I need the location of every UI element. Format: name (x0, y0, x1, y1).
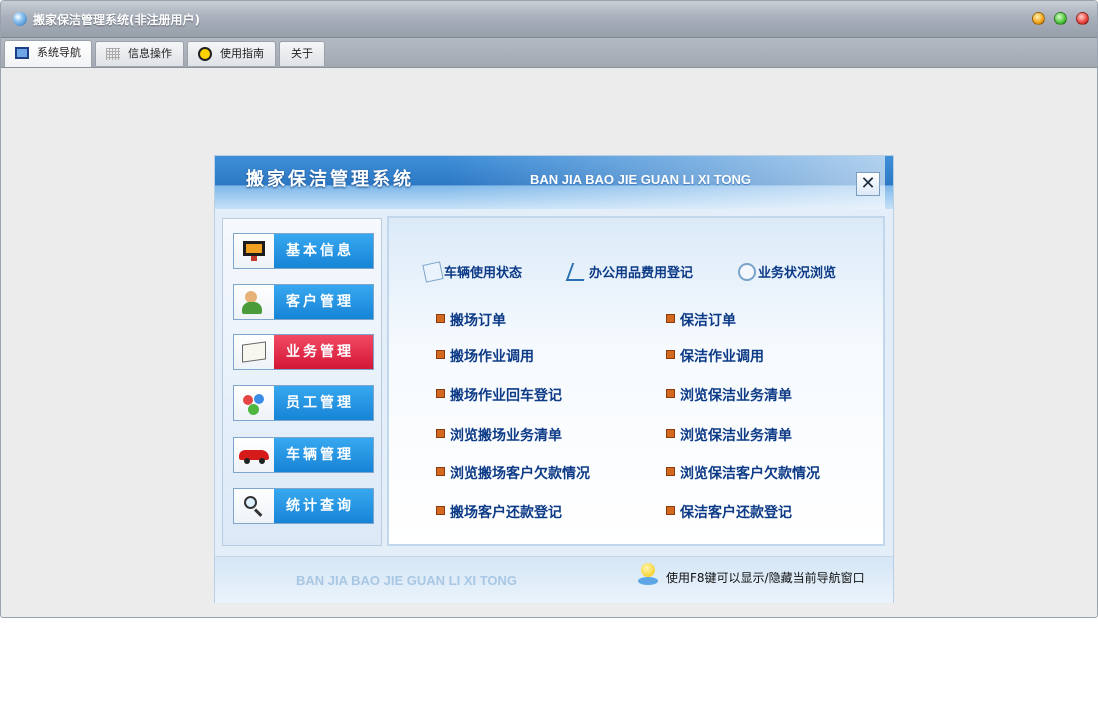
nav-label: 客户管理 (274, 285, 373, 319)
link-cleaning-dispatch[interactable]: 保洁作业调用 (666, 346, 764, 366)
link-label: 车辆使用状态 (444, 266, 523, 281)
window-title: 搬家保洁管理系统(非注册用户) (33, 13, 200, 27)
dialog-subtitle: BAN JIA BAO JIE GUAN LI XI TONG (530, 172, 752, 187)
dialog-close-button[interactable]: ✕ (856, 172, 880, 196)
maximize-button[interactable] (1054, 12, 1067, 25)
link-office-supplies[interactable]: 办公用品费用登记 (565, 262, 694, 281)
nav-business-mgmt[interactable]: 业务管理 (233, 334, 374, 370)
bullet-icon (666, 429, 675, 438)
link-label: 业务状况浏览 (758, 266, 837, 281)
link-label: 浏览搬场客户欠款情况 (450, 466, 590, 482)
bullet-icon (436, 314, 445, 323)
bullet-icon (666, 506, 675, 515)
link-business-status[interactable]: 业务状况浏览 (738, 262, 836, 281)
link-moving-order[interactable]: 搬场订单 (436, 310, 506, 330)
nav-customer-mgmt[interactable]: 客户管理 (233, 284, 374, 320)
link-label: 浏览搬场业务清单 (450, 428, 562, 444)
nav-staff-mgmt[interactable]: 员工管理 (233, 385, 374, 421)
tab-about[interactable]: 关于 (279, 41, 325, 66)
bullet-icon (666, 467, 675, 476)
nav-label: 员工管理 (274, 386, 373, 420)
person-icon (234, 285, 274, 319)
bullet-icon (666, 314, 675, 323)
link-label: 保洁作业调用 (680, 349, 764, 365)
tab-user-guide[interactable]: 使用指南 (187, 41, 276, 66)
link-cleaning-list-2[interactable]: 浏览保洁业务清单 (666, 425, 792, 445)
footer-subtitle: BAN JIA BAO JIE GUAN LI XI TONG (296, 573, 518, 588)
bullet-icon (436, 467, 445, 476)
minimize-button[interactable] (1032, 12, 1045, 25)
monitor-icon (15, 47, 29, 59)
car-icon (234, 438, 274, 472)
dialog-title: 搬家保洁管理系统 (246, 169, 414, 190)
footer-tip: 使用F8键可以显示/隐藏当前导航窗口 (666, 571, 865, 585)
people-icon (234, 386, 274, 420)
link-vehicle-status[interactable]: 车辆使用状态 (422, 261, 523, 283)
dialog-header: 搬家保洁管理系统 BAN JIA BAO JIE GUAN LI XI TONG… (215, 156, 893, 209)
link-moving-arrears[interactable]: 浏览搬场客户欠款情况 (436, 463, 590, 483)
link-label: 搬场作业调用 (450, 349, 534, 365)
link-label: 搬场客户还款登记 (450, 505, 562, 521)
nav-basic-info[interactable]: 基本信息 (233, 233, 374, 269)
link-cleaning-arrears[interactable]: 浏览保洁客户欠款情况 (666, 463, 820, 483)
grid-icon (106, 48, 120, 60)
bullet-icon (436, 350, 445, 359)
tab-label: 信息操作 (128, 47, 172, 60)
book-icon (234, 335, 274, 369)
tab-label: 系统导航 (37, 46, 81, 59)
pencil-icon (565, 263, 591, 281)
title-bar[interactable]: 搬家保洁管理系统(非注册用户) (1, 1, 1097, 38)
lightbulb-icon (638, 563, 658, 585)
link-cleaning-list-1[interactable]: 浏览保洁业务清单 (666, 385, 792, 405)
link-moving-return[interactable]: 搬场作业回车登记 (436, 385, 562, 405)
magnifier-icon (234, 489, 274, 523)
nav-label: 统计查询 (274, 489, 373, 523)
clock-icon (198, 47, 212, 61)
navigation-dialog: 搬家保洁管理系统 BAN JIA BAO JIE GUAN LI XI TONG… (215, 156, 893, 603)
main-window: 搬家保洁管理系统(非注册用户) 系统导航 信息操作 使用指南 关于 搬家保洁管理… (0, 0, 1098, 618)
app-icon (13, 12, 27, 26)
bullet-icon (436, 429, 445, 438)
nav-label: 业务管理 (274, 335, 373, 369)
nav-vehicle-mgmt[interactable]: 车辆管理 (233, 437, 374, 473)
tab-bar: 系统导航 信息操作 使用指南 关于 (1, 38, 1097, 68)
link-moving-repayment[interactable]: 搬场客户还款登记 (436, 502, 562, 522)
link-cleaning-order[interactable]: 保洁订单 (666, 310, 736, 330)
link-cleaning-repayment[interactable]: 保洁客户还款登记 (666, 502, 792, 522)
tab-info-ops[interactable]: 信息操作 (95, 41, 184, 66)
link-panel: 车辆使用状态 办公用品费用登记 业务状况浏览 搬场订单 搬场作业调用 搬场作业回… (387, 216, 885, 546)
bullet-icon (666, 350, 675, 359)
document-icon (422, 261, 444, 283)
link-label: 浏览保洁业务清单 (680, 428, 792, 444)
link-label: 搬场订单 (450, 313, 506, 329)
nav-label: 基本信息 (274, 234, 373, 268)
link-label: 浏览保洁客户欠款情况 (680, 466, 820, 482)
nav-label: 车辆管理 (274, 438, 373, 472)
link-moving-list[interactable]: 浏览搬场业务清单 (436, 425, 562, 445)
bullet-icon (666, 389, 675, 398)
bullet-icon (436, 389, 445, 398)
dialog-footer: BAN JIA BAO JIE GUAN LI XI TONG 使用F8键可以显… (215, 556, 893, 603)
link-moving-dispatch[interactable]: 搬场作业调用 (436, 346, 534, 366)
nav-statistics[interactable]: 统计查询 (233, 488, 374, 524)
link-label: 办公用品费用登记 (589, 266, 694, 281)
close-button[interactable] (1076, 12, 1089, 25)
nav-panel: 基本信息 客户管理 业务管理 员工管理 车辆管理 统计查询 (222, 218, 382, 546)
tab-system-nav[interactable]: 系统导航 (4, 40, 92, 67)
link-label: 搬场作业回车登记 (450, 388, 562, 404)
link-label: 保洁订单 (680, 313, 736, 329)
search-icon (738, 263, 756, 281)
tab-label: 使用指南 (220, 47, 264, 60)
monitor-icon (234, 234, 274, 268)
link-label: 浏览保洁业务清单 (680, 388, 792, 404)
bullet-icon (436, 506, 445, 515)
link-label: 保洁客户还款登记 (680, 505, 792, 521)
tab-label: 关于 (291, 47, 313, 60)
